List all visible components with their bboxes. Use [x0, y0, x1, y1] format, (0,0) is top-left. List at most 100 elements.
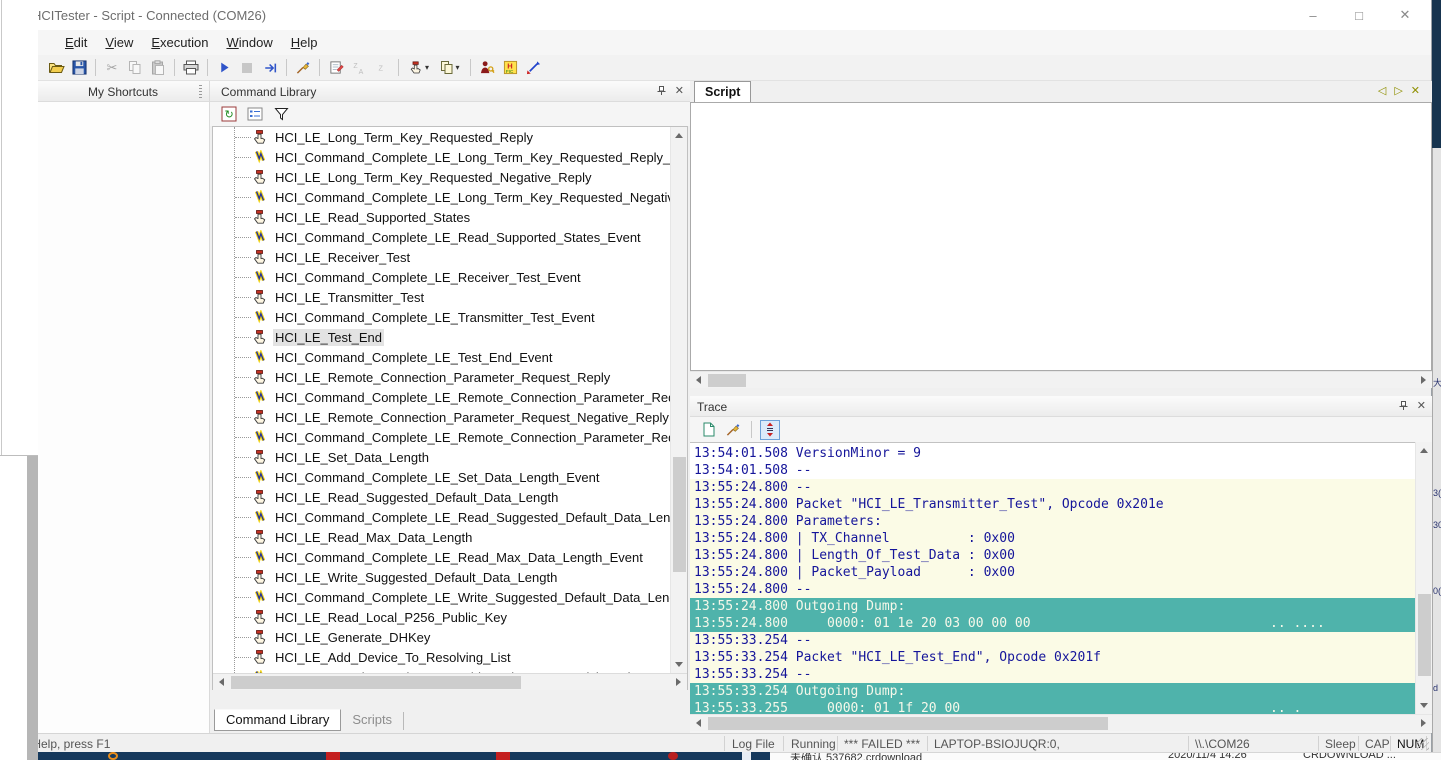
connect-button[interactable]: [523, 59, 543, 77]
scroll-left-icon[interactable]: [219, 678, 224, 686]
scrollbar-thumb[interactable]: [673, 457, 686, 572]
script-editor[interactable]: [690, 102, 1432, 371]
scrollbar-thumb[interactable]: [708, 374, 746, 387]
tree-item[interactable]: HCI_LE_Long_Term_Key_Requested_Reply: [214, 127, 670, 147]
menu-window[interactable]: Window: [217, 32, 281, 53]
trace-panel: Trace ✕ 13:54:01.508 VersionMinor = 913:…: [690, 396, 1432, 733]
scroll-up-icon[interactable]: [1420, 448, 1428, 453]
cut-button[interactable]: ✂: [102, 59, 122, 77]
print-button[interactable]: [181, 59, 201, 77]
resize-grip[interactable]: [1417, 738, 1429, 750]
tree-item[interactable]: HCI_LE_Set_Data_Length: [214, 447, 670, 467]
tree-item[interactable]: HCI_LE_Read_Supported_States: [214, 207, 670, 227]
tree-item[interactable]: HCI_Command_Complete_LE_Long_Term_Key_Re…: [214, 187, 670, 207]
tree-item[interactable]: HCI_Command_Complete_LE_Set_Data_Length_…: [214, 467, 670, 487]
pin-icon[interactable]: [1398, 400, 1409, 411]
tree-item[interactable]: HCI_Command_Complete_LE_Transmitter_Test…: [214, 307, 670, 327]
save-button[interactable]: [69, 59, 89, 77]
tree-item[interactable]: HCI_LE_Receiver_Test: [214, 247, 670, 267]
taskbar-icon[interactable]: [668, 752, 678, 760]
scroll-down-icon[interactable]: [1420, 703, 1428, 708]
sort-za-button[interactable]: ZA: [349, 59, 369, 77]
scrollbar-thumb[interactable]: [1418, 594, 1431, 676]
taskbar[interactable]: [38, 752, 770, 760]
tree-item[interactable]: HCI_Command_Complete_LE_Receiver_Test_Ev…: [214, 267, 670, 287]
tree-item[interactable]: HCI_LE_Long_Term_Key_Requested_Negative_…: [214, 167, 670, 187]
tree-item[interactable]: HCI_Command_Complete_LE_Write_Suggested_…: [214, 587, 670, 607]
clear-button[interactable]: [293, 59, 313, 77]
refresh-icon[interactable]: ↻: [219, 105, 239, 123]
close-button[interactable]: ✕: [1397, 7, 1413, 23]
scroll-right-icon[interactable]: [1421, 719, 1426, 727]
tab-scroll-left-icon[interactable]: ◁: [1378, 84, 1386, 97]
trace-log[interactable]: 13:54:01.508 VersionMinor = 913:54:01.50…: [690, 442, 1415, 714]
new-trace-icon[interactable]: [698, 421, 718, 439]
tab-script[interactable]: Script: [694, 81, 751, 102]
menu-edit[interactable]: Edit: [56, 32, 96, 53]
tree-item[interactable]: HCI_LE_Remote_Connection_Parameter_Reque…: [214, 367, 670, 387]
maximize-button[interactable]: □: [1351, 8, 1367, 23]
properties-button[interactable]: [326, 59, 346, 77]
copy-button[interactable]: [125, 59, 145, 77]
script-hscrollbar[interactable]: [690, 371, 1432, 388]
command-tree-hscrollbar[interactable]: [213, 673, 687, 690]
sort-z-button[interactable]: Z: [372, 59, 392, 77]
scrollbar-thumb[interactable]: [708, 717, 1108, 730]
minimize-button[interactable]: –: [1305, 8, 1321, 23]
copy-options-button[interactable]: ▾: [436, 59, 464, 77]
menu-view[interactable]: View: [96, 32, 142, 53]
tree-item[interactable]: HCI_LE_Read_Max_Data_Length: [214, 527, 670, 547]
scrollbar-thumb[interactable]: [231, 676, 521, 689]
menu-help[interactable]: Help: [282, 32, 327, 53]
menu-execution[interactable]: Execution: [142, 32, 217, 53]
tree-item[interactable]: HCI_LE_Write_Suggested_Default_Data_Leng…: [214, 567, 670, 587]
trace-hscrollbar[interactable]: [690, 714, 1432, 731]
scroll-right-icon[interactable]: [676, 678, 681, 686]
trace-vscrollbar[interactable]: [1415, 442, 1432, 714]
tree-item[interactable]: HCI_Command_Complete_LE_Remote_Connectio…: [214, 427, 670, 447]
tree-item[interactable]: HCI_Command_Complete_LE_Read_Max_Data_Le…: [214, 547, 670, 567]
scroll-left-icon[interactable]: [696, 719, 701, 727]
scroll-right-icon[interactable]: [1421, 376, 1426, 384]
tab-close-icon[interactable]: ✕: [1411, 84, 1420, 97]
stop-button[interactable]: [237, 59, 257, 77]
tree-item[interactable]: HCI_LE_Read_Suggested_Default_Data_Lengt…: [214, 487, 670, 507]
tree-item[interactable]: HCI_LE_Add_Device_To_Resolving_List: [214, 647, 670, 667]
taskbar-icon[interactable]: [496, 752, 510, 760]
tree-item[interactable]: HCI_Command_Complete_LE_Read_Suggested_D…: [214, 507, 670, 527]
tree-item[interactable]: HCI_LE_Test_End: [214, 327, 670, 347]
run-button[interactable]: [214, 59, 234, 77]
taskbar-icon[interactable]: [108, 752, 118, 760]
close-panel-icon[interactable]: ✕: [675, 84, 684, 97]
tab-scripts[interactable]: Scripts: [341, 712, 404, 730]
autoscroll-button[interactable]: [760, 420, 780, 440]
pick-command-button[interactable]: ▾: [405, 59, 433, 77]
scroll-left-icon[interactable]: [696, 376, 701, 384]
close-panel-icon[interactable]: ✕: [1417, 399, 1426, 412]
tree-item[interactable]: HCI_Command_Complete_LE_Long_Term_Key_Re…: [214, 147, 670, 167]
open-button[interactable]: [46, 59, 66, 77]
step-button[interactable]: [260, 59, 280, 77]
hci-file-button[interactable]: HFIC: [500, 59, 520, 77]
panel-grip[interactable]: [199, 85, 202, 98]
tree-item[interactable]: HCI_Command_Complete_LE_Test_End_Event: [214, 347, 670, 367]
tree-item[interactable]: HCI_LE_Remote_Connection_Parameter_Reque…: [214, 407, 670, 427]
tree-item[interactable]: HCI_LE_Generate_DHKey: [214, 627, 670, 647]
tree-item[interactable]: HCI_LE_Read_Local_P256_Public_Key: [214, 607, 670, 627]
scroll-down-icon[interactable]: [675, 662, 683, 667]
tab-command-library[interactable]: Command Library: [214, 709, 341, 731]
tree-item[interactable]: HCI_Command_Complete_LE_Remote_Connectio…: [214, 387, 670, 407]
clear-trace-icon[interactable]: [723, 421, 743, 439]
user-key-button[interactable]: [477, 59, 497, 77]
pin-icon[interactable]: [656, 85, 667, 96]
tab-scroll-right-icon[interactable]: ▷: [1394, 84, 1402, 97]
taskbar-icon[interactable]: [742, 752, 751, 760]
filter-icon[interactable]: [271, 105, 291, 123]
tree-item[interactable]: HCI_LE_Transmitter_Test: [214, 287, 670, 307]
tree-item[interactable]: HCI_Command_Complete_LE_Read_Supported_S…: [214, 227, 670, 247]
details-view-icon[interactable]: [245, 105, 265, 123]
paste-button[interactable]: [148, 59, 168, 77]
command-tree-vscrollbar[interactable]: [670, 127, 687, 673]
taskbar-icon[interactable]: [326, 752, 340, 760]
scroll-up-icon[interactable]: [675, 133, 683, 138]
